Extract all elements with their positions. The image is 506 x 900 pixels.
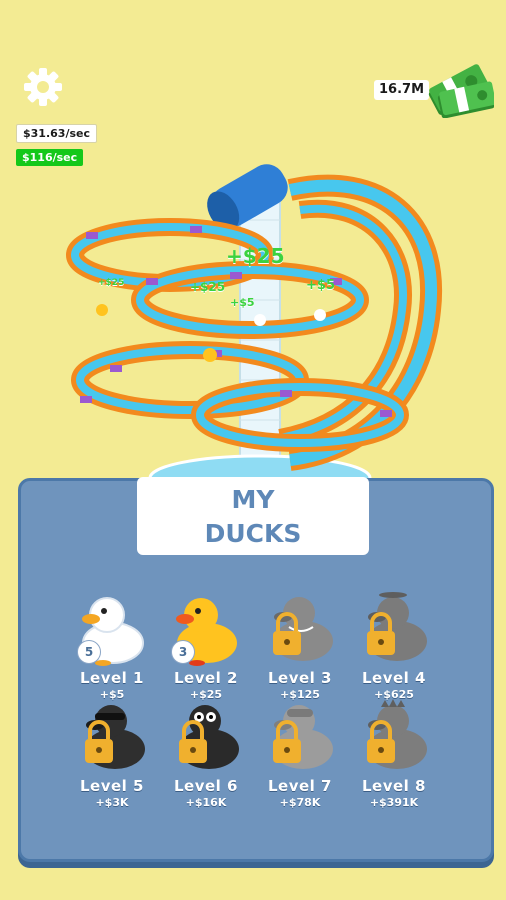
duck-income-label: +$16K bbox=[185, 796, 227, 809]
duck-level-label: Level 7 bbox=[268, 777, 332, 795]
duck-count-badge: 5 bbox=[77, 640, 101, 664]
duck-slot-level-2[interactable]: 3 Level 2 +$25 bbox=[159, 591, 253, 701]
cash-stack-icon bbox=[428, 64, 494, 118]
duck-slot-level-8[interactable]: Level 8 +$391K bbox=[347, 699, 441, 809]
duck-level-label: Level 3 bbox=[268, 669, 332, 687]
sunglasses-duck-icon bbox=[85, 705, 145, 769]
panel-title-line-1: MY bbox=[231, 485, 275, 514]
duck-income-label: +$3K bbox=[95, 796, 129, 809]
coin-popup: +$5 bbox=[230, 296, 255, 309]
water-slide-tower[interactable] bbox=[50, 160, 450, 490]
duck-level-label: Level 4 bbox=[362, 669, 426, 687]
grey-duck-icon bbox=[273, 597, 333, 661]
duck-level-label: Level 2 bbox=[174, 669, 238, 687]
settings-gear-icon[interactable] bbox=[22, 66, 64, 108]
money-amount: 16.7M bbox=[374, 80, 430, 100]
money-counter: 16.7M bbox=[372, 60, 494, 120]
duck-level-label: Level 5 bbox=[80, 777, 144, 795]
crown-duck-icon bbox=[367, 699, 427, 769]
duck-count-badge: 3 bbox=[171, 640, 195, 664]
propeller-duck-icon bbox=[367, 592, 427, 661]
coin-popup: +$5 bbox=[306, 278, 335, 293]
duck-income-label: +$78K bbox=[279, 796, 321, 809]
duck-slot-level-5[interactable]: Level 5 +$3K bbox=[65, 699, 159, 809]
coin-popup: +$25 bbox=[98, 278, 125, 288]
duck-level-label: Level 6 bbox=[174, 777, 238, 795]
coin-popup: +$25 bbox=[190, 280, 226, 294]
big-eyes-duck-icon bbox=[179, 705, 239, 769]
duck-slot-level-6[interactable]: Level 6 +$16K bbox=[159, 699, 253, 809]
panel-title: MY DUCKS bbox=[137, 477, 369, 555]
goggles-duck-icon bbox=[273, 705, 333, 769]
duck-slot-level-4[interactable]: Level 4 +$625 bbox=[347, 591, 441, 701]
duck-slot-level-7[interactable]: Level 7 +$78K bbox=[253, 699, 347, 809]
duck-income-label: +$391K bbox=[369, 796, 419, 809]
panel-title-line-2: DUCKS bbox=[204, 519, 302, 548]
income-rate-label: $31.63/sec bbox=[16, 124, 97, 143]
duck-level-label: Level 1 bbox=[80, 669, 144, 687]
duck-slot-level-1[interactable]: 5 Level 1 +$5 bbox=[65, 591, 159, 701]
my-ducks-panel: MY DUCKS 5 Level 1 +$5 3 Level 2 +$25 Le… bbox=[18, 477, 494, 862]
duck-level-label: Level 8 bbox=[362, 777, 426, 795]
coin-popup: +$25 bbox=[226, 244, 285, 268]
duck-slot-level-3[interactable]: Level 3 +$125 bbox=[253, 591, 347, 701]
